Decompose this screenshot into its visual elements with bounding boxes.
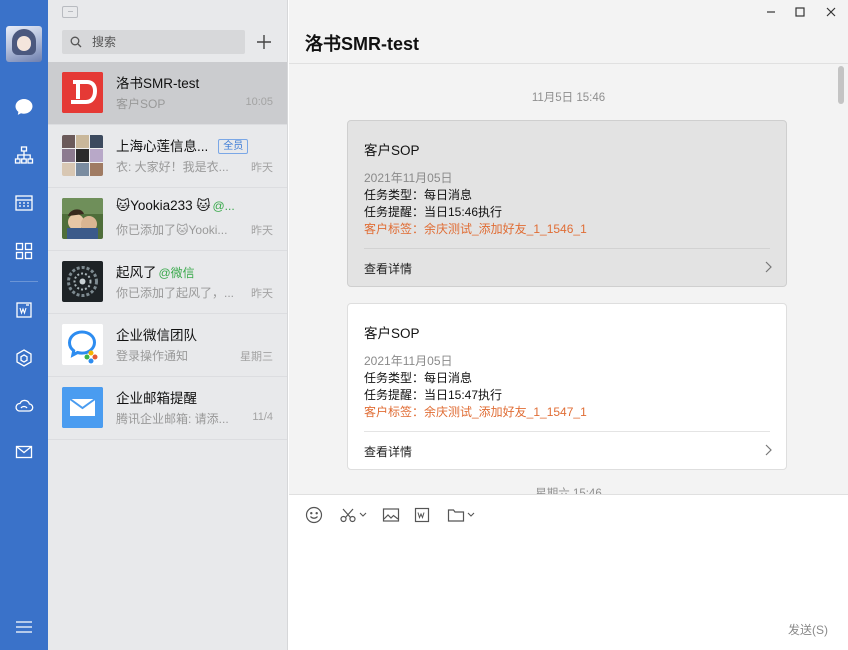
workbench-icon[interactable]	[12, 239, 36, 263]
message-composer[interactable]: 发送(S)	[289, 494, 848, 650]
image-icon[interactable]	[382, 505, 400, 525]
conversation-name-text: 上海心莲信息...	[116, 139, 209, 154]
card-customer-tag: 客户标签：余庆测试_添加好友_1_1547_1	[364, 405, 587, 419]
conversation-time: 昨天	[251, 288, 273, 300]
conversation-preview: 腾讯企业邮箱: 请添...	[116, 412, 229, 426]
conversation-name: 🐱Yookia233 🐱 @...	[116, 198, 235, 214]
close-icon[interactable]	[823, 4, 839, 20]
conversation-time: 11/4	[252, 411, 273, 423]
menu-icon[interactable]	[12, 615, 36, 639]
card-divider	[364, 431, 770, 432]
conversation-name: 洛书SMR-test	[116, 76, 200, 91]
conversation-item-wecom-team[interactable]: 企业微信团队 登录操作通知 星期三	[48, 314, 287, 377]
conversation-name-text: 🐱Yookia233 🐱	[116, 198, 211, 213]
cube-icon[interactable]	[12, 346, 36, 370]
conversation-item-yookia[interactable]: 🐱Yookia233 🐱 @... 你已添加了🐱Yooki... 昨天	[48, 188, 287, 251]
maximize-icon[interactable]	[792, 4, 808, 20]
wechat-tag: @微信	[158, 266, 195, 280]
message-timestamp: 11月5日 15:46	[531, 92, 606, 104]
mail-icon[interactable]	[12, 440, 36, 464]
rail-divider	[10, 281, 38, 282]
card-task-reminder: 任务提醒：当日15:46执行	[364, 205, 503, 219]
chat-panel: 洛书SMR-test 11月5日 15:46 客户SOP 2021年11月05日…	[289, 0, 848, 650]
search-input[interactable]	[92, 33, 232, 51]
member-badge: 全员	[218, 139, 249, 154]
conversation-time: 昨天	[251, 225, 273, 237]
card-task-type: 任务类型：每日消息	[364, 188, 473, 202]
chevron-right-icon	[764, 444, 772, 459]
conversation-avatar	[62, 198, 103, 239]
sop-message-card[interactable]: 客户SOP 2021年11月05日 任务类型：每日消息 任务提醒：当日15:47…	[347, 303, 787, 470]
folder-icon[interactable]	[447, 505, 475, 525]
conversation-item-qifengle[interactable]: 起风了 @微信 你已添加了起风了，... 昨天	[48, 251, 287, 314]
chat-scrollbar[interactable]	[838, 66, 844, 104]
chat-title: 洛书SMR-test	[305, 34, 420, 54]
wechat-tag: @...	[212, 199, 235, 213]
screenshot-scissors-icon[interactable]	[339, 505, 367, 525]
add-button[interactable]	[254, 31, 274, 53]
cloud-drive-icon[interactable]	[12, 394, 36, 418]
conversation-item-mail-reminder[interactable]: 企业邮箱提醒 腾讯企业邮箱: 请添... 11/4	[48, 377, 287, 440]
conversation-name: 起风了 @微信	[116, 261, 195, 281]
new-window-icon[interactable]	[62, 6, 78, 18]
conversation-avatar	[62, 72, 103, 113]
card-date: 2021年11月05日	[364, 354, 453, 368]
view-details-link[interactable]: 查看详情	[364, 443, 412, 460]
nav-rail	[0, 0, 48, 650]
minimize-icon[interactable]	[763, 4, 779, 20]
wecom-logo-icon	[62, 324, 103, 365]
send-button[interactable]: 发送(S)	[788, 621, 828, 638]
conversation-item-shanghai[interactable]: 上海心莲信息... 全员 衣: 大家好！我是衣... 昨天	[48, 125, 287, 188]
conversation-name: 企业邮箱提醒	[116, 391, 197, 406]
conversation-preview: 登录操作通知	[116, 349, 189, 363]
card-task-type: 任务类型：每日消息	[364, 371, 473, 385]
conversation-time: 10:05	[245, 96, 273, 108]
conversation-preview: 你已添加了起风了，...	[116, 286, 235, 300]
card-customer-tag: 客户标签：余庆测试_添加好友_1_1546_1	[364, 222, 587, 236]
conversation-item-luoshu[interactable]: 洛书SMR-test 客户SOP 10:05	[48, 62, 287, 125]
sop-message-card[interactable]: 客户SOP 2021年11月05日 任务类型：每日消息 任务提醒：当日15:46…	[347, 120, 787, 287]
calendar-icon[interactable]	[12, 191, 36, 215]
card-title: 客户SOP	[364, 326, 420, 341]
conversation-avatar	[62, 261, 103, 302]
document-icon[interactable]	[414, 505, 430, 525]
conversation-time: 星期三	[240, 351, 273, 363]
conversation-preview: 客户SOP	[116, 97, 166, 111]
emoji-icon[interactable]	[305, 505, 323, 525]
conversation-time: 昨天	[251, 162, 273, 174]
card-task-reminder: 任务提醒：当日15:47执行	[364, 388, 503, 402]
card-date: 2021年11月05日	[364, 171, 453, 185]
chevron-right-icon	[764, 261, 772, 276]
conversation-name-text: 起风了	[116, 265, 157, 280]
conversation-list-panel: 洛书SMR-test 客户SOP 10:05 上海心莲信息... 全员 衣: 大家…	[48, 0, 288, 650]
card-title: 客户SOP	[364, 143, 420, 158]
header-divider	[289, 63, 848, 64]
docs-icon[interactable]	[12, 298, 36, 322]
card-divider	[364, 248, 770, 249]
user-avatar[interactable]	[6, 26, 42, 62]
search-icon	[70, 36, 82, 51]
conversation-name: 企业微信团队	[116, 328, 197, 343]
email-envelope-icon	[62, 387, 103, 428]
search-box[interactable]	[62, 30, 245, 54]
messages-icon[interactable]	[12, 95, 36, 119]
group-avatar	[62, 135, 103, 176]
conversation-preview: 你已添加了🐱Yooki...	[116, 223, 228, 237]
contacts-org-icon[interactable]	[12, 143, 36, 167]
conversation-preview: 衣: 大家好！我是衣...	[116, 160, 229, 174]
conversation-name: 上海心莲信息... 全员	[116, 135, 249, 155]
view-details-link[interactable]: 查看详情	[364, 260, 412, 277]
